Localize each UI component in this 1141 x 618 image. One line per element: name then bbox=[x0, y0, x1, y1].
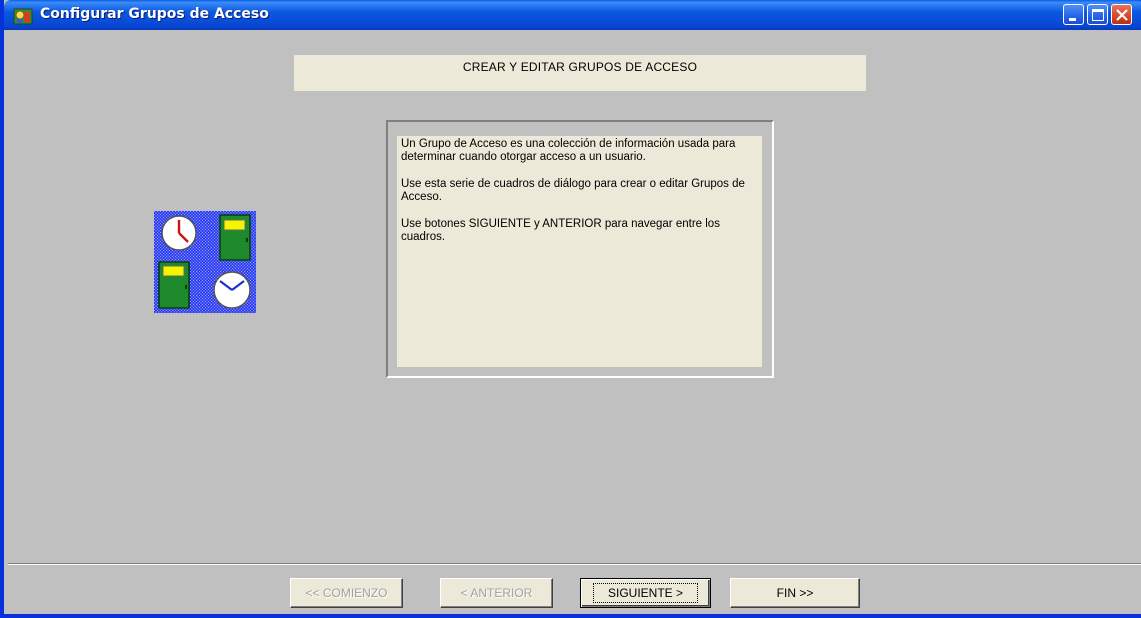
start-button-label: << COMIENZO bbox=[305, 586, 388, 600]
minimize-button[interactable] bbox=[1063, 4, 1084, 25]
finish-button-label: FIN >> bbox=[776, 586, 814, 600]
close-button[interactable] bbox=[1111, 4, 1132, 25]
maximize-button[interactable] bbox=[1087, 4, 1108, 25]
finish-button[interactable]: FIN >> bbox=[730, 578, 860, 608]
info-paragraph: Use botones SIGUIENTE y ANTERIOR para na… bbox=[401, 218, 720, 243]
maximize-icon bbox=[1092, 9, 1104, 21]
app-icon bbox=[13, 8, 33, 25]
previous-button[interactable]: < ANTERIOR bbox=[440, 578, 553, 608]
next-button-label: SIGUIENTE > bbox=[592, 583, 699, 603]
button-separator bbox=[8, 563, 1141, 565]
wizard-header: CREAR Y EDITAR GRUPOS DE ACCESO bbox=[294, 55, 866, 91]
access-group-picture bbox=[154, 211, 256, 313]
title-bar[interactable]: Configurar Grupos de Acceso bbox=[4, 0, 1141, 30]
wizard-body: CREAR Y EDITAR GRUPOS DE ACCESO Un Grupo… bbox=[8, 30, 1141, 614]
info-text-panel: Un Grupo de Acceso es una colección de i… bbox=[397, 136, 762, 367]
info-frame: Un Grupo de Acceso es una colección de i… bbox=[386, 120, 774, 378]
door-icon bbox=[158, 261, 190, 309]
previous-button-label: < ANTERIOR bbox=[460, 586, 533, 600]
close-icon bbox=[1116, 9, 1128, 21]
info-paragraph: Use esta serie de cuadros de diálogo par… bbox=[401, 178, 745, 203]
start-button[interactable]: << COMIENZO bbox=[290, 578, 403, 608]
wizard-header-title: CREAR Y EDITAR GRUPOS DE ACCESO bbox=[462, 60, 698, 74]
door-icon bbox=[219, 214, 251, 261]
info-paragraph: Un Grupo de Acceso es una colección de i… bbox=[401, 138, 736, 163]
clock-icon bbox=[161, 215, 197, 251]
window-title: Configurar Grupos de Acceso bbox=[40, 6, 269, 22]
wizard-window: Configurar Grupos de Acceso CREAR Y EDIT… bbox=[0, 0, 1141, 618]
minimize-icon bbox=[1069, 18, 1076, 21]
next-button[interactable]: SIGUIENTE > bbox=[580, 578, 711, 608]
clock-icon bbox=[213, 271, 251, 309]
